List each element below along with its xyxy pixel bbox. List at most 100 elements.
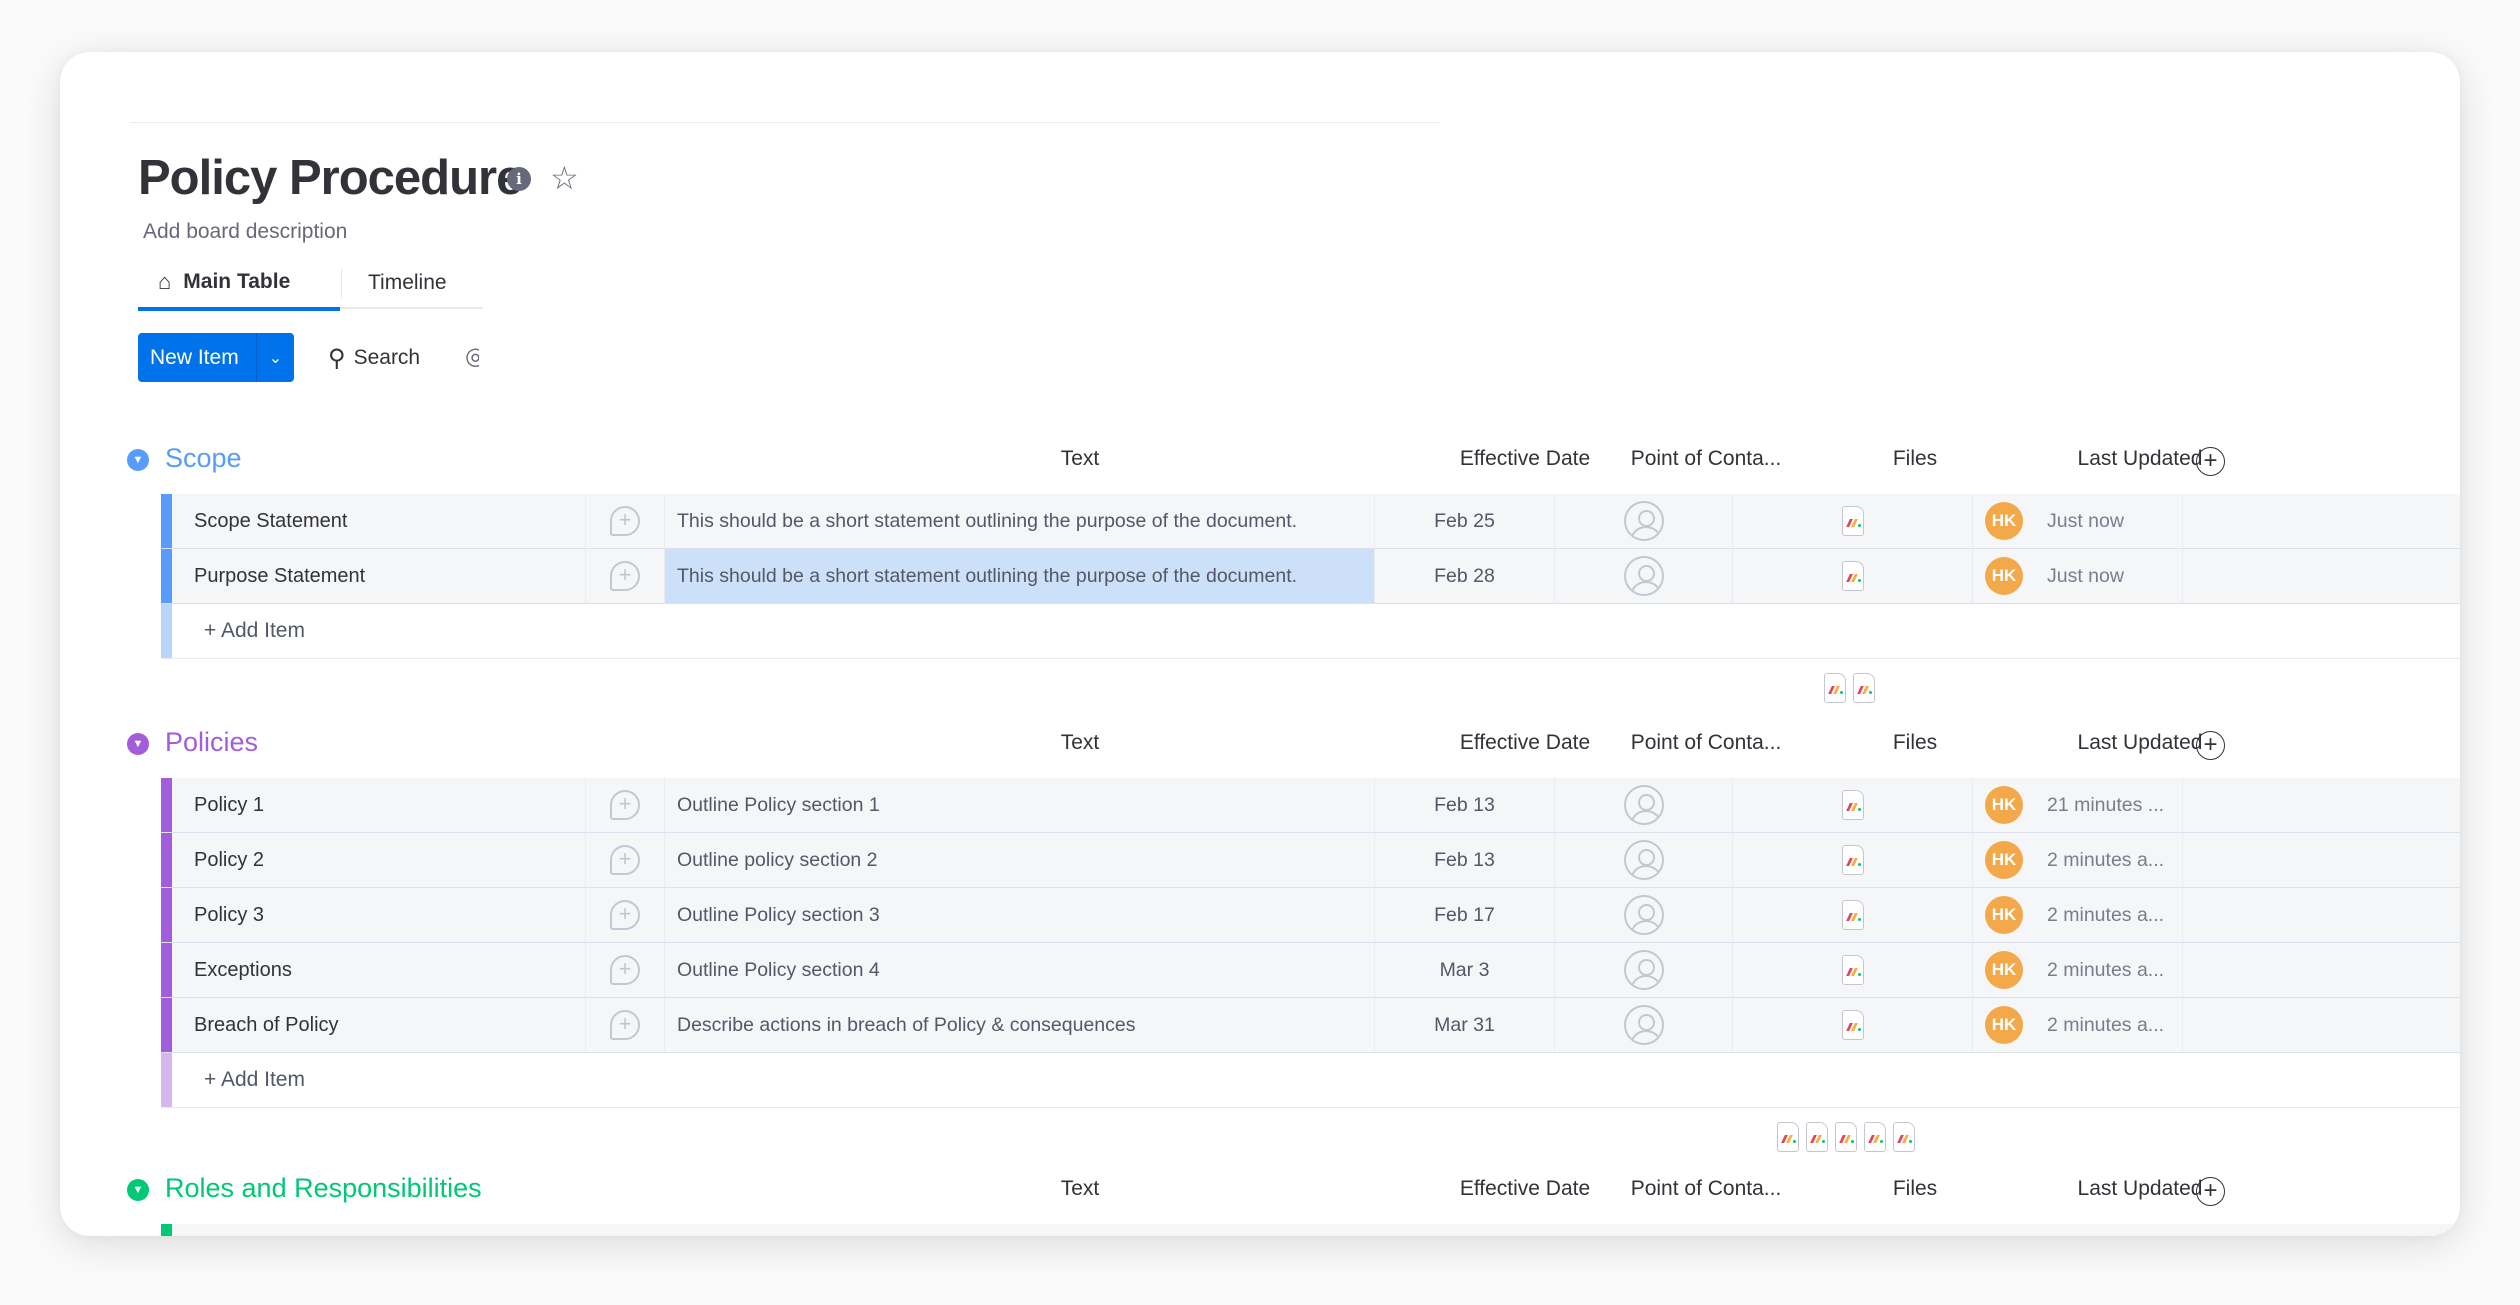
group-title[interactable]: Scope xyxy=(165,443,242,474)
add-update-button[interactable]: + xyxy=(586,833,665,887)
date-cell[interactable]: Feb 13 xyxy=(1375,778,1555,832)
text-cell[interactable]: Outline Policy section 1 xyxy=(665,778,1375,832)
column-header[interactable]: Text xyxy=(1061,731,1100,755)
column-header[interactable]: Text xyxy=(1061,1177,1100,1201)
item-name[interactable]: Purpose Statement xyxy=(172,549,586,603)
file-icon[interactable] xyxy=(1864,1122,1886,1152)
table-row[interactable]: Policy 3 + Outline Policy section 3 Feb 17 H… xyxy=(161,888,2460,943)
column-header[interactable]: Last Updated xyxy=(2078,1177,2203,1201)
collapse-group-icon[interactable]: ▼ xyxy=(127,1179,149,1201)
person-cell[interactable] xyxy=(1555,833,1733,887)
item-name[interactable]: Scope Statement xyxy=(172,494,586,548)
text-cell[interactable]: This should be a short statement outlini… xyxy=(665,549,1375,603)
column-header[interactable]: Files xyxy=(1893,731,1937,755)
column-header[interactable]: Files xyxy=(1893,1177,1937,1201)
file-icon[interactable] xyxy=(1841,1010,1864,1040)
column-header[interactable]: Files xyxy=(1893,447,1937,471)
add-column-icon[interactable]: + xyxy=(2196,1177,2225,1206)
add-update-button[interactable]: + xyxy=(586,998,665,1052)
add-item-button[interactable]: + Add Item xyxy=(172,604,2460,658)
file-icon[interactable] xyxy=(1824,673,1846,703)
file-icon[interactable] xyxy=(1835,1122,1857,1152)
table-row[interactable]: Policy 1 + Outline Policy section 1 Feb 13 H… xyxy=(161,778,2460,833)
item-name[interactable]: Exceptions xyxy=(172,943,586,997)
date-cell[interactable]: Mar 3 xyxy=(1375,943,1555,997)
column-header[interactable]: Point of Conta... xyxy=(1631,731,1782,755)
add-update-button[interactable]: + xyxy=(586,943,665,997)
add-item-row[interactable]: + Add Item xyxy=(161,604,2460,659)
date-cell[interactable]: Feb 13 xyxy=(1375,833,1555,887)
date-cell[interactable]: Mar 31 xyxy=(1375,998,1555,1052)
file-icon[interactable] xyxy=(1777,1122,1799,1152)
board-description[interactable]: Add board description xyxy=(143,220,347,244)
text-cell[interactable]: Describe actions in breach of Policy & c… xyxy=(665,998,1375,1052)
files-cell[interactable] xyxy=(1733,888,1973,942)
files-cell[interactable] xyxy=(1733,778,1973,832)
group-title[interactable]: Roles and Responsibilities xyxy=(165,1173,482,1204)
column-header[interactable]: Last Updated xyxy=(2078,447,2203,471)
item-name[interactable]: Breach of Policy xyxy=(172,998,586,1052)
person-cell[interactable] xyxy=(1555,494,1733,548)
table-row[interactable]: Policy 2 + Outline policy section 2 Feb 13 H… xyxy=(161,833,2460,888)
avatar[interactable]: HK xyxy=(1985,502,2023,540)
avatar[interactable]: HK xyxy=(1985,951,2023,989)
date-cell[interactable]: Feb 17 xyxy=(1375,888,1555,942)
table-row[interactable]: Scope Statement + This should be a short s… xyxy=(161,494,2460,549)
avatar[interactable]: HK xyxy=(1985,1006,2023,1044)
file-icon[interactable] xyxy=(1841,506,1864,536)
avatar[interactable]: HK xyxy=(1985,841,2023,879)
file-icon[interactable] xyxy=(1841,790,1864,820)
table-row[interactable]: Exceptions + Outline Policy section 4 Mar 3… xyxy=(161,943,2460,998)
person-cell[interactable] xyxy=(1555,549,1733,603)
add-update-button[interactable]: + xyxy=(586,494,665,548)
text-cell[interactable]: This should be a short statement outlini… xyxy=(665,494,1375,548)
add-column-icon[interactable]: + xyxy=(2196,731,2225,760)
collapse-group-icon[interactable]: ▼ xyxy=(127,449,149,471)
person-cell[interactable] xyxy=(1555,888,1733,942)
file-icon[interactable] xyxy=(1841,561,1864,591)
file-icon[interactable] xyxy=(1806,1122,1828,1152)
star-icon[interactable]: ☆ xyxy=(550,160,579,196)
add-item-row[interactable]: + Add Item xyxy=(161,1053,2460,1108)
info-icon[interactable]: i xyxy=(507,167,531,191)
text-cell[interactable]: Outline policy section 2 xyxy=(665,833,1375,887)
column-header[interactable]: Point of Conta... xyxy=(1631,1177,1782,1201)
person-filter-icon[interactable]: ◎ xyxy=(465,342,479,372)
file-icon[interactable] xyxy=(1841,900,1864,930)
date-cell[interactable]: Feb 28 xyxy=(1375,549,1555,603)
item-name[interactable]: Policy 2 xyxy=(172,833,586,887)
collapse-group-icon[interactable]: ▼ xyxy=(127,733,149,755)
text-cell[interactable]: Outline Policy section 3 xyxy=(665,888,1375,942)
person-cell[interactable] xyxy=(1555,943,1733,997)
tab-main-table[interactable]: ⌂ Main Table xyxy=(138,256,340,311)
item-name[interactable]: Policy 3 xyxy=(172,888,586,942)
column-header[interactable]: Text xyxy=(1061,447,1100,471)
file-icon[interactable] xyxy=(1853,673,1875,703)
avatar[interactable]: HK xyxy=(1985,896,2023,934)
column-header[interactable]: Effective Date xyxy=(1460,731,1590,755)
table-row[interactable] xyxy=(161,1224,2460,1236)
file-icon[interactable] xyxy=(1841,845,1864,875)
text-cell[interactable]: Outline Policy section 4 xyxy=(665,943,1375,997)
add-update-button[interactable]: + xyxy=(586,778,665,832)
new-item-button[interactable]: New Item ⌄ xyxy=(138,333,294,382)
column-header[interactable]: Effective Date xyxy=(1460,447,1590,471)
files-cell[interactable] xyxy=(1733,494,1973,548)
table-row[interactable]: Purpose Statement + This should be a short… xyxy=(161,549,2460,604)
add-update-button[interactable]: + xyxy=(586,888,665,942)
avatar[interactable]: HK xyxy=(1985,786,2023,824)
files-cell[interactable] xyxy=(1733,833,1973,887)
add-update-button[interactable]: + xyxy=(586,549,665,603)
files-cell[interactable] xyxy=(1733,943,1973,997)
table-row[interactable]: Breach of Policy + Describe actions in bre… xyxy=(161,998,2460,1053)
files-cell[interactable] xyxy=(1733,549,1973,603)
search-button[interactable]: ⚲ Search xyxy=(328,340,420,376)
file-icon[interactable] xyxy=(1841,955,1864,985)
column-header[interactable]: Effective Date xyxy=(1460,1177,1590,1201)
person-cell[interactable] xyxy=(1555,998,1733,1052)
add-column-icon[interactable]: + xyxy=(2196,447,2225,476)
person-cell[interactable] xyxy=(1555,778,1733,832)
add-item-button[interactable]: + Add Item xyxy=(172,1053,2460,1107)
files-cell[interactable] xyxy=(1733,998,1973,1052)
avatar[interactable]: HK xyxy=(1985,557,2023,595)
